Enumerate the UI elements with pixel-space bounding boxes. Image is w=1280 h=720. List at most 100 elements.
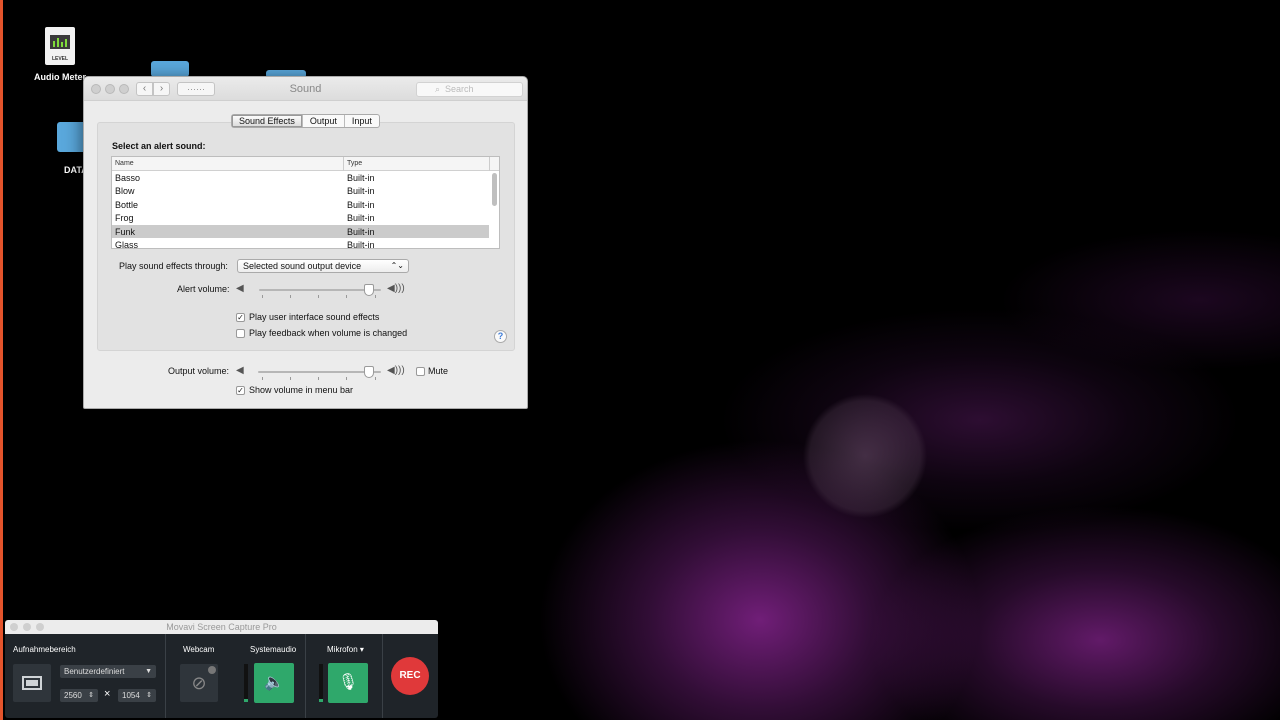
row-type: Built-in	[347, 173, 375, 183]
capture-frame-icon	[22, 676, 42, 690]
capture-height-stepper[interactable]: 1054 ⇕	[118, 689, 156, 702]
table-row-selected[interactable]: Funk Built-in	[112, 224, 489, 238]
output-volume-slider[interactable]	[363, 366, 374, 378]
ui-sounds-checkbox[interactable]: ✓	[236, 313, 245, 322]
microphone-toggle-button[interactable]: 🎙	[328, 663, 368, 703]
level-label: LEVEL	[51, 56, 69, 62]
alert-volume-label: Alert volume:	[177, 284, 230, 294]
search-input[interactable]: ⌕ Search	[416, 82, 523, 97]
table-row[interactable]: Glass Built-in	[112, 238, 499, 249]
system-audio-toggle-button[interactable]: 🔈	[254, 663, 294, 703]
row-name: Glass	[115, 239, 139, 249]
table-scrollbar[interactable]	[492, 173, 497, 206]
show-volume-label: Show volume in menu bar	[249, 385, 354, 395]
divider	[165, 634, 166, 718]
row-name: Blow	[115, 186, 135, 197]
search-icon: ⌕	[435, 84, 441, 94]
speaker-high-icon: ◀)))	[387, 283, 405, 294]
webcam-label: Webcam	[183, 645, 215, 654]
speaker-low-icon: ◀	[236, 283, 244, 294]
movavi-title-bar: Movavi Screen Capture Pro	[5, 620, 438, 634]
webcam-off-icon: ⊘	[191, 673, 207, 693]
folder-icon[interactable]	[151, 61, 189, 77]
row-name: Funk	[115, 226, 136, 237]
left-edge-bar	[0, 0, 3, 720]
row-type: Built-in	[347, 186, 375, 197]
system-audio-level-meter	[244, 664, 248, 702]
close-button[interactable]	[10, 623, 18, 631]
divider	[382, 634, 383, 718]
gear-icon[interactable]	[208, 666, 216, 674]
stepper-icon: ⇕	[146, 692, 152, 699]
tab-input[interactable]: Input	[345, 115, 379, 127]
capture-width-value: 2560	[64, 691, 82, 700]
speaker-low-icon: ◀	[236, 365, 244, 376]
stepper-icon: ⇕	[88, 692, 94, 699]
title-bar: ‹ › ⋯⋯ Sound ⌕ Search	[84, 77, 527, 101]
row-name: Frog	[115, 213, 134, 224]
help-button[interactable]: ?	[494, 330, 507, 343]
output-device-value: Selected sound output device	[243, 261, 362, 271]
ui-sounds-label: Play user interface sound effects	[249, 312, 380, 322]
speaker-icon: 🔈	[264, 674, 284, 691]
mute-label: Mute	[428, 366, 449, 376]
table-row[interactable]: Blow Built-in	[112, 184, 499, 197]
minimize-button[interactable]	[23, 623, 31, 631]
help-icon: ?	[497, 331, 504, 341]
audio-meter-file-icon: LEVEL	[45, 27, 75, 65]
webcam-toggle-button[interactable]: ⊘	[180, 664, 218, 702]
row-type: Built-in	[347, 199, 375, 210]
capture-area-button[interactable]	[13, 664, 51, 702]
capture-preset-value: Benutzerdefiniert	[64, 667, 125, 676]
search-placeholder: Search	[445, 84, 474, 94]
row-type: Built-in	[347, 239, 375, 249]
column-header-type[interactable]: Type	[347, 160, 362, 167]
dropdown-arrow-icon: ▼	[145, 668, 152, 675]
feedback-label: Play feedback when volume is changed	[249, 328, 408, 338]
capture-area-label: Aufnahmebereich	[13, 645, 76, 654]
feedback-checkbox[interactable]	[236, 329, 245, 338]
alert-sound-heading: Select an alert sound:	[112, 141, 206, 151]
speaker-high-icon: ◀)))	[387, 365, 405, 376]
column-header-name[interactable]: Name	[115, 160, 134, 167]
mute-checkbox[interactable]	[416, 367, 425, 376]
capture-preset-dropdown[interactable]: Benutzerdefiniert ▼	[60, 665, 156, 678]
record-button[interactable]: REC	[391, 657, 429, 695]
alert-volume-track[interactable]	[259, 289, 381, 291]
alert-volume-slider[interactable]	[363, 284, 374, 296]
checkmark-icon: ✓	[237, 386, 244, 395]
tab-output[interactable]: Output	[303, 115, 345, 127]
row-name: Bottle	[115, 199, 139, 210]
table-row[interactable]: Bottle Built-in	[112, 198, 499, 211]
sound-preferences-window: ‹ › ⋯⋯ Sound ⌕ Search Sound Effects Outp…	[83, 76, 528, 409]
table-header: Name Type	[112, 157, 499, 171]
desktop-icon-label: Audio Meter	[33, 72, 86, 82]
zoom-button[interactable]	[36, 623, 44, 631]
table-row[interactable]: Basso Built-in	[112, 171, 499, 184]
times-sign: ×	[104, 688, 111, 700]
microphone-icon: 🎙	[337, 674, 359, 691]
show-volume-checkbox[interactable]: ✓	[236, 386, 245, 395]
play-through-label: Play sound effects through:	[119, 261, 228, 271]
microphone-level-meter	[319, 664, 323, 702]
tab-sound-effects[interactable]: Sound Effects	[232, 115, 303, 127]
output-volume-track[interactable]	[258, 371, 381, 373]
microphone-dropdown[interactable]: Mikrofon ▾	[327, 645, 364, 654]
tab-bar: Sound Effects Output Input	[231, 114, 380, 128]
alert-sound-table[interactable]: Name Type Basso Built-in Blow Built-in Bot…	[111, 156, 500, 249]
checkmark-icon: ✓	[237, 313, 244, 322]
system-audio-label: Systemaudio	[250, 645, 297, 654]
output-device-popup[interactable]: Selected sound output device ⌃⌄	[237, 259, 409, 273]
row-type: Built-in	[347, 226, 375, 237]
capture-width-stepper[interactable]: 2560 ⇕	[60, 689, 98, 702]
popup-arrows-icon: ⌃⌄	[390, 261, 404, 270]
capture-height-value: 1054	[122, 691, 140, 700]
output-volume-label: Output volume:	[168, 366, 230, 376]
movavi-window-title: Movavi Screen Capture Pro	[166, 622, 277, 632]
row-name: Basso	[115, 173, 141, 183]
table-row[interactable]: Frog Built-in	[112, 211, 499, 224]
desktop-icon-audio-meter[interactable]: LEVEL Audio Meter	[30, 27, 90, 82]
divider	[305, 634, 306, 718]
movavi-capture-widget: Movavi Screen Capture Pro Aufnahmebereic…	[5, 620, 438, 718]
row-type: Built-in	[347, 213, 375, 224]
